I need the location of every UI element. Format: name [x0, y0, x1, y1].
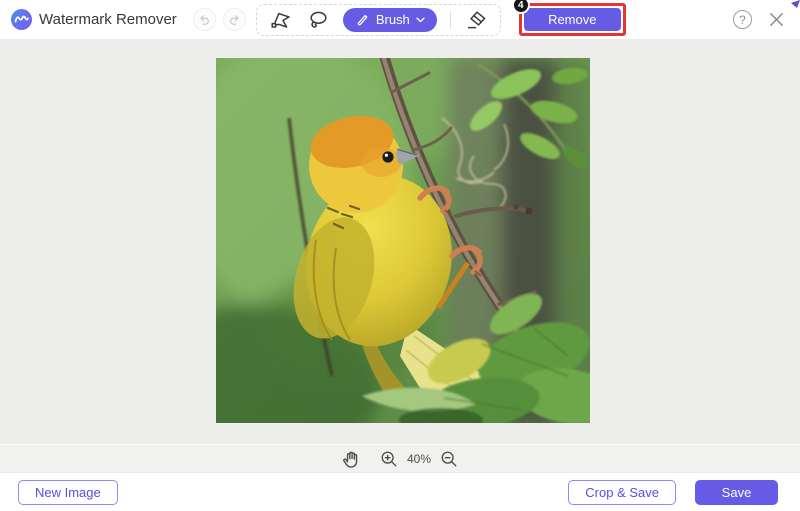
page-title: Watermark Remover [39, 11, 177, 28]
toolbar-divider [450, 12, 451, 28]
brush-icon [355, 12, 370, 27]
polygon-lasso-tool-button[interactable] [269, 8, 293, 32]
canvas-image[interactable] [216, 58, 590, 423]
mouse-cursor-artifact [791, 0, 800, 8]
zoom-in-icon [380, 450, 398, 468]
zoom-level-label: 40% [407, 452, 431, 466]
eraser-icon [465, 9, 487, 31]
zoom-in-button[interactable] [378, 448, 400, 470]
close-button[interactable] [766, 10, 786, 30]
zoom-out-button[interactable] [438, 448, 460, 470]
editor-canvas[interactable] [0, 40, 800, 444]
chevron-down-icon [416, 17, 425, 23]
brush-tool-button[interactable]: Brush [343, 8, 437, 32]
lasso-icon [307, 9, 329, 31]
redo-arrow-icon [227, 12, 242, 27]
undo-arrow-icon [197, 12, 212, 27]
save-button[interactable]: Save [695, 480, 778, 505]
remove-button[interactable]: Remove [524, 8, 621, 31]
canvas-zoom-bar: 40% [0, 444, 800, 472]
help-button[interactable]: ? [733, 10, 752, 29]
remove-button-annotation: 4 Remove [519, 3, 626, 36]
brush-label: Brush [376, 12, 410, 27]
undo-button[interactable] [193, 8, 216, 31]
zoom-out-icon [440, 450, 458, 468]
new-image-button[interactable]: New Image [18, 480, 118, 505]
top-toolbar: Watermark Remover [0, 0, 800, 40]
lasso-tool-button[interactable] [306, 8, 330, 32]
close-icon [768, 11, 785, 28]
hand-pan-icon [341, 449, 361, 469]
redo-button[interactable] [223, 8, 246, 31]
polygon-lasso-icon [270, 9, 292, 31]
eraser-tool-button[interactable] [464, 8, 488, 32]
hand-pan-button[interactable] [340, 448, 362, 470]
crop-and-save-button[interactable]: Crop & Save [568, 480, 676, 505]
question-mark-icon: ? [739, 14, 746, 26]
bottom-action-bar: New Image Crop & Save Save [0, 472, 800, 511]
selection-tool-group: Brush [256, 4, 501, 36]
app-logo-icon [10, 8, 33, 31]
